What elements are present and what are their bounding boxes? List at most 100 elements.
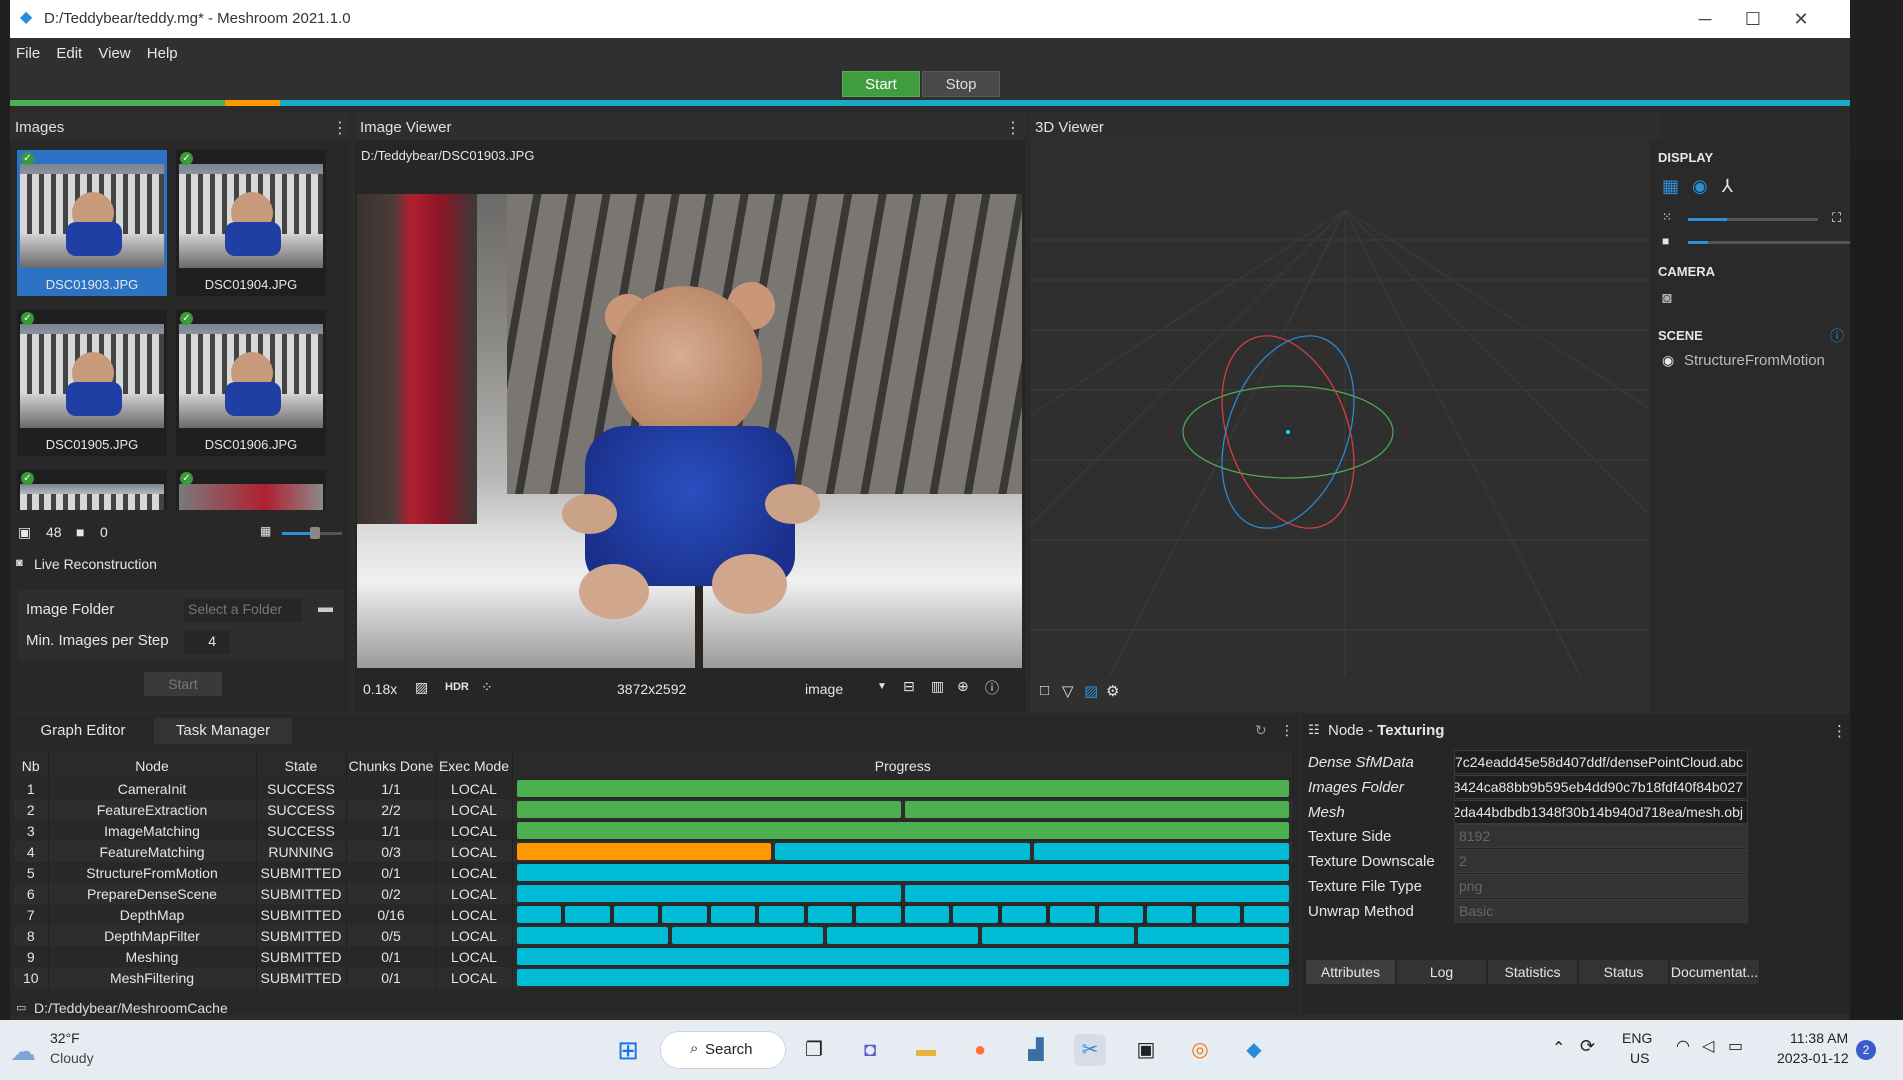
blender-icon[interactable]: ◎ [1184, 1034, 1216, 1066]
task-view-icon[interactable]: ❐ [798, 1034, 830, 1066]
channels-icon[interactable]: ▨ [415, 679, 428, 696]
camera-icon[interactable]: ◙ [1662, 290, 1672, 308]
battery-icon[interactable]: ▭ [1728, 1036, 1743, 1056]
weather-condition[interactable]: Cloudy [50, 1050, 94, 1066]
table-row[interactable]: 9 Meshing SUBMITTED 0/1 LOCAL [14, 946, 1294, 967]
attribute-value-field[interactable]: 8192 [1454, 824, 1748, 849]
images-menu-icon[interactable]: ⋮ [332, 118, 348, 138]
node-tab[interactable]: Attributes [1306, 960, 1396, 984]
windows-start-icon[interactable]: ⊞ [612, 1034, 644, 1066]
notification-badge[interactable]: 2 [1856, 1040, 1876, 1060]
attribute-value-field[interactable]: Basic [1454, 898, 1748, 923]
thumbnail-dsc01905[interactable]: ✓ DSC01905.JPG [17, 310, 167, 456]
live-start-button[interactable]: Start [144, 672, 222, 696]
thumbnail-dsc01903[interactable]: ✓ DSC01903.JPG [17, 150, 167, 296]
chat-icon[interactable]: ◘ [854, 1034, 886, 1066]
triangle-down-icon[interactable]: ▽ [1062, 682, 1074, 700]
attribute-value-field[interactable]: png [1454, 874, 1748, 898]
attribute-value-field[interactable]: 2 [1454, 849, 1748, 874]
info-icon[interactable]: ⓘ [985, 678, 999, 698]
globe-icon[interactable]: ⊕ [957, 678, 969, 695]
gizmo-icon[interactable]: ◉ [1692, 176, 1708, 197]
clock-time[interactable]: 11:38 AM [1790, 1030, 1848, 1046]
attribute-value-field[interactable]: 29a77467c24eadd45e58d407ddf/densePointCl… [1454, 750, 1748, 774]
point-size-slider[interactable] [1688, 218, 1818, 221]
sync-icon[interactable]: ⟳ [1580, 1036, 1595, 1057]
3d-scene-canvas[interactable] [1030, 140, 1660, 676]
cloud-icon: ☁ [10, 1036, 36, 1066]
maximize-button[interactable]: ☐ [1730, 6, 1776, 32]
node-tab[interactable]: Statistics [1488, 960, 1578, 984]
square-icon[interactable]: □ [1040, 682, 1049, 699]
table-row[interactable]: 3 ImageMatching SUCCESS 1/1 LOCAL [14, 820, 1294, 841]
menu-view[interactable]: View [92, 38, 130, 62]
info-icon[interactable]: ⓘ [1830, 326, 1844, 346]
tab-task-manager[interactable]: Task Manager [154, 718, 292, 744]
folder-icon[interactable]: ▬ [318, 599, 333, 616]
node-tab[interactable]: Status [1579, 960, 1669, 984]
texture-icon[interactable]: ▨ [1084, 682, 1098, 700]
menu-edit[interactable]: Edit [50, 38, 82, 62]
weather-temperature[interactable]: 32°F [50, 1030, 80, 1046]
table-row[interactable]: 6 PrepareDenseScene SUBMITTED 0/2 LOCAL [14, 883, 1294, 904]
feature-points-icon[interactable]: ⁘ [481, 679, 493, 696]
thumbnail-partial[interactable]: ✓ [176, 470, 326, 510]
grid-icon[interactable]: ▦ [1662, 176, 1679, 197]
thumbnail-dsc01904[interactable]: ✓ DSC01904.JPG [176, 150, 326, 296]
node-menu-icon[interactable]: ⋮ [1832, 722, 1847, 740]
min-images-spinbox[interactable]: 4 [184, 630, 230, 654]
menu-file[interactable]: File [10, 38, 40, 62]
volume-icon[interactable]: ◁ [1702, 1036, 1714, 1056]
snipping-tool-icon[interactable]: ✂ [1074, 1034, 1106, 1066]
thumbnail-partial[interactable]: ✓ [17, 470, 167, 510]
thumbnail-size-slider[interactable] [282, 527, 342, 539]
image-viewer-menu-icon[interactable]: ⋮ [1005, 118, 1021, 138]
table-row[interactable]: 8 DepthMapFilter SUBMITTED 0/5 LOCAL [14, 925, 1294, 946]
image-mode-select[interactable]: image [805, 681, 843, 697]
refresh-icon[interactable]: ↻ [1255, 722, 1267, 739]
wifi-icon[interactable]: ◠ [1676, 1036, 1690, 1056]
chevron-down-icon[interactable]: ▼ [877, 681, 887, 692]
scene-item[interactable]: StructureFromMotion [1684, 352, 1825, 369]
clock-date[interactable]: 2023-01-12 [1777, 1050, 1849, 1066]
fit-icon[interactable]: ⊟ [903, 678, 915, 695]
fit-view-icon[interactable]: ⛶ [1832, 210, 1841, 226]
eye-icon[interactable]: ◉ [1662, 352, 1674, 369]
node-tab[interactable]: Log [1397, 960, 1487, 984]
histogram-icon[interactable]: ▥ [931, 678, 944, 695]
chevron-up-icon[interactable]: ⌃ [1552, 1038, 1565, 1058]
task-menu-icon[interactable]: ⋮ [1280, 722, 1294, 739]
language-secondary[interactable]: US [1630, 1050, 1649, 1066]
attribute-value-field[interactable]: Scene/d8424ca88bb9b595eb4dd90c7b18fdf40f… [1454, 774, 1748, 799]
teddybear-photo[interactable] [357, 194, 1022, 668]
settings-icon[interactable]: ⚙ [1106, 682, 1119, 700]
hdr-toggle[interactable]: HDR [445, 681, 469, 693]
tab-graph-editor[interactable]: Graph Editor [14, 718, 152, 744]
table-row[interactable]: 2 FeatureExtraction SUCCESS 2/2 LOCAL [14, 799, 1294, 820]
menu-help[interactable]: Help [141, 38, 178, 62]
live-reconstruction-header[interactable]: ◙ Live Reconstruction [10, 550, 350, 578]
table-row[interactable]: 5 StructureFromMotion SUBMITTED 0/1 LOCAL [14, 862, 1294, 883]
start-button[interactable]: Start [842, 71, 920, 97]
table-row[interactable]: 1 CameraInit SUCCESS 1/1 LOCAL [14, 778, 1294, 799]
taskbar-search[interactable]: Search [660, 1031, 786, 1069]
table-row[interactable]: 4 FeatureMatching RUNNING 0/3 LOCAL [14, 841, 1294, 862]
firefox-icon[interactable]: ● [964, 1034, 996, 1066]
axis-icon[interactable]: ⅄ [1722, 176, 1733, 197]
meshroom-taskbar-icon[interactable]: ◆ [1238, 1034, 1270, 1066]
image-folder-input[interactable]: Select a Folder [184, 598, 302, 622]
close-button[interactable]: ✕ [1778, 6, 1824, 32]
file-explorer-icon[interactable]: ▬ [910, 1034, 942, 1066]
stop-button[interactable]: Stop [922, 71, 1000, 97]
table-row[interactable]: 7 DepthMap SUBMITTED 0/16 LOCAL [14, 904, 1294, 925]
thumbnail-dsc01906[interactable]: ✓ DSC01906.JPG [176, 310, 326, 456]
language-primary[interactable]: ENG [1622, 1030, 1652, 1046]
attribute-value-field[interactable]: 90318e2da44bdbdb1348f30b14b940d718ea/mes… [1454, 799, 1748, 824]
attribute-label: Texture Downscale [1308, 853, 1435, 871]
camera-scale-slider[interactable] [1688, 241, 1850, 244]
minimize-button[interactable]: ─ [1682, 6, 1728, 32]
terminal-icon[interactable]: ▣ [1130, 1034, 1162, 1066]
performance-monitor-icon[interactable]: ▟ [1020, 1034, 1052, 1066]
table-row[interactable]: 10 MeshFiltering SUBMITTED 0/1 LOCAL [14, 967, 1294, 988]
node-tab[interactable]: Documentat... [1670, 960, 1760, 984]
